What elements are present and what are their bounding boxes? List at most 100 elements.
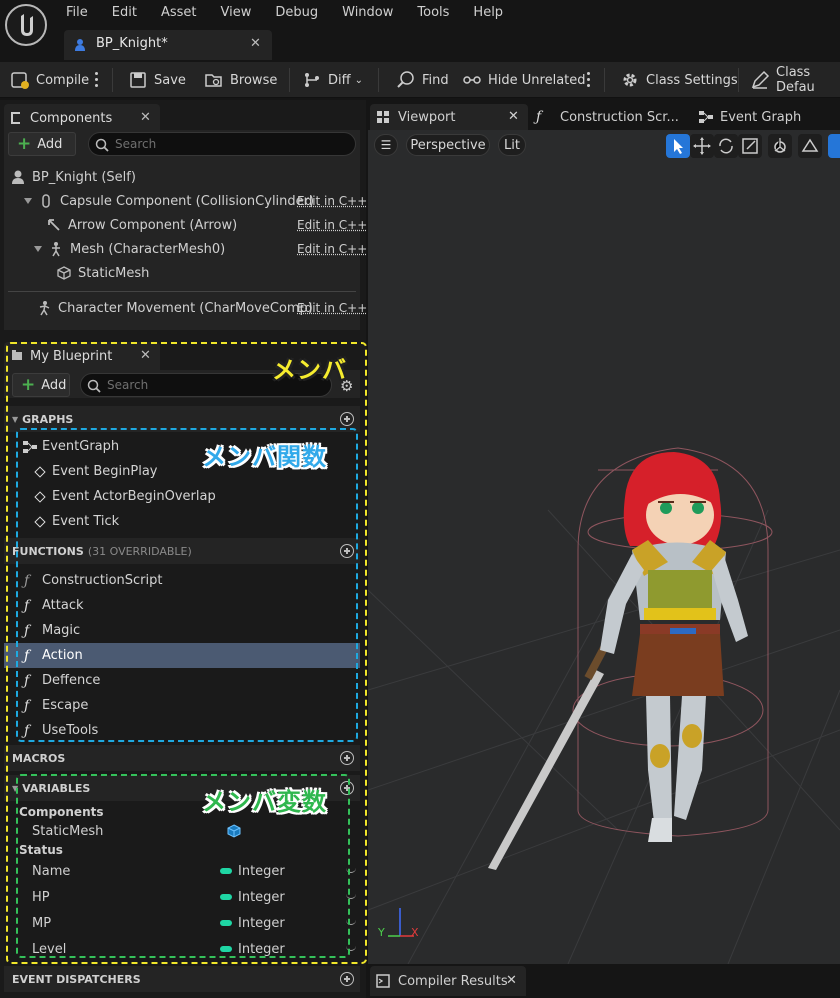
event-graph-tab-label: Event Graph xyxy=(720,109,802,125)
components-search-input[interactable] xyxy=(115,136,315,152)
save-icon xyxy=(128,70,148,90)
scale-tool-icon[interactable] xyxy=(738,134,762,158)
edit-in-cpp-link[interactable]: Edit in C++ xyxy=(297,301,367,315)
diff-button[interactable]: Diff ⌄ xyxy=(302,62,363,98)
menu-tools[interactable]: Tools xyxy=(417,3,449,23)
plus-icon: + xyxy=(17,133,32,154)
menu-asset[interactable]: Asset xyxy=(161,3,197,23)
edit-in-cpp-link[interactable]: Edit in C++ xyxy=(297,194,367,208)
more-options-icon[interactable] xyxy=(587,72,591,88)
component-arrow[interactable]: Arrow Component (Arrow) xyxy=(46,214,237,236)
find-label: Find xyxy=(422,72,449,88)
viewport[interactable]: Y X ☰ Perspective Lit xyxy=(368,130,840,964)
move-tool-icon[interactable] xyxy=(690,134,714,158)
diff-label: Diff xyxy=(328,72,351,88)
components-search[interactable] xyxy=(88,132,356,156)
class-settings-button[interactable]: Class Settings xyxy=(620,62,738,98)
compiler-results-label: Compiler Results xyxy=(398,973,508,989)
edit-in-cpp-link[interactable]: Edit in C++ xyxy=(297,218,367,232)
lit-button[interactable]: Lit xyxy=(498,134,526,156)
edit-in-cpp-link[interactable]: Edit in C++ xyxy=(297,242,367,256)
compile-icon xyxy=(10,70,30,90)
skeletal-mesh-icon xyxy=(52,242,60,257)
chevron-down-icon: ⌄ xyxy=(354,74,363,86)
close-icon[interactable]: ✕ xyxy=(250,36,261,51)
construction-script-tab[interactable]: ƒ Construction Scr... xyxy=(536,104,679,130)
rotate-tool-icon[interactable] xyxy=(714,134,738,158)
add-component-button[interactable]: + Add xyxy=(8,132,76,156)
folder-search-icon xyxy=(204,70,224,90)
save-button[interactable]: Save xyxy=(128,62,186,98)
menu-view[interactable]: View xyxy=(221,3,252,23)
movement-icon xyxy=(39,301,50,316)
compile-button[interactable]: Compile xyxy=(10,62,89,98)
axis-y-label: Y xyxy=(378,926,385,939)
main-toolbar: Compile Save Browse Diff ⌄ Find Hide Unr… xyxy=(0,62,840,98)
find-button[interactable]: Find xyxy=(396,62,449,98)
menu-edit[interactable]: Edit xyxy=(112,3,137,23)
hide-unrelated-icon xyxy=(462,70,482,90)
hide-unrelated-label: Hide Unrelated xyxy=(488,72,586,88)
component-character-movement[interactable]: Character Movement (CharMoveComp) xyxy=(36,297,313,319)
world-local-toggle-icon[interactable] xyxy=(768,134,792,158)
event-graph-tab[interactable]: Event Graph xyxy=(698,104,801,130)
search-icon xyxy=(95,138,109,152)
toolbar-divider xyxy=(738,68,739,92)
components-icon xyxy=(11,112,20,124)
close-icon[interactable]: ✕ xyxy=(506,973,517,988)
expand-arrow-icon[interactable] xyxy=(34,246,42,252)
event-dispatchers-section-header[interactable]: EVENT DISPATCHERS xyxy=(4,966,360,992)
save-label: Save xyxy=(154,72,186,88)
unreal-logo-icon[interactable] xyxy=(5,4,47,46)
viewport-tab[interactable]: Viewport ✕ xyxy=(370,104,528,130)
component-label: Arrow Component (Arrow) xyxy=(68,217,238,233)
component-capsule[interactable]: Capsule Component (CollisionCylinder) xyxy=(24,190,314,212)
component-staticmesh[interactable]: StaticMesh xyxy=(56,262,149,284)
function-icon: ƒ xyxy=(536,109,542,125)
menu-help[interactable]: Help xyxy=(473,3,503,23)
close-icon[interactable]: ✕ xyxy=(140,110,151,125)
members-annotation: メンバ xyxy=(272,356,347,384)
compiler-results-tab[interactable]: Compiler Results ✕ xyxy=(370,966,526,996)
grid-snap-icon[interactable] xyxy=(828,134,840,158)
class-defaults-button[interactable]: Class Defau xyxy=(750,62,840,98)
hamburger-menu-icon: ☰ xyxy=(380,138,392,152)
compiler-results-icon xyxy=(376,974,390,988)
axis-x-label: X xyxy=(411,926,419,939)
component-mesh[interactable]: Mesh (CharacterMesh0) xyxy=(34,238,225,260)
add-event-dispatcher-icon[interactable] xyxy=(340,972,354,986)
components-tab-label: Components xyxy=(30,111,113,126)
event-dispatchers-header-label: EVENT DISPATCHERS xyxy=(12,972,141,986)
components-tab[interactable]: Components ✕ xyxy=(4,104,160,132)
blueprint-actor-icon xyxy=(75,39,85,51)
compile-options-icon[interactable] xyxy=(95,72,99,88)
toolbar-divider xyxy=(289,68,290,92)
document-tab[interactable]: BP_Knight* ✕ xyxy=(64,30,272,60)
close-icon[interactable]: ✕ xyxy=(508,109,519,124)
bottom-tab-bar: Compiler Results ✕ xyxy=(368,964,840,998)
expand-arrow-icon[interactable] xyxy=(24,198,32,204)
viewport-menu-button[interactable]: ☰ xyxy=(374,134,398,156)
compile-label: Compile xyxy=(36,72,90,88)
component-label: Mesh (CharacterMesh0) xyxy=(70,241,226,257)
component-self[interactable]: BP_Knight (Self) xyxy=(10,166,136,188)
viewport-scene xyxy=(368,447,840,964)
capsule-icon xyxy=(42,194,50,208)
component-label: Capsule Component (CollisionCylinder) xyxy=(60,193,315,209)
construction-tab-label: Construction Scr... xyxy=(560,109,679,125)
menu-debug[interactable]: Debug xyxy=(275,3,318,23)
select-tool-icon[interactable] xyxy=(666,134,690,158)
hide-unrelated-button[interactable]: Hide Unrelated xyxy=(462,62,586,98)
viewport-tab-label: Viewport xyxy=(398,109,456,125)
member-variables-annotation: メンバ変数 xyxy=(202,788,327,816)
perspective-button[interactable]: Perspective xyxy=(406,134,490,156)
event-graph-icon xyxy=(699,111,713,123)
surface-snapping-icon[interactable] xyxy=(798,134,822,158)
class-defaults-icon xyxy=(750,70,770,90)
viewport-icon xyxy=(377,111,389,123)
member-functions-annotation: メンバ関数 xyxy=(202,443,327,471)
menu-file[interactable]: File xyxy=(66,3,88,23)
menu-window[interactable]: Window xyxy=(342,3,393,23)
browse-button[interactable]: Browse xyxy=(204,62,277,98)
toolbar-divider xyxy=(378,68,379,92)
